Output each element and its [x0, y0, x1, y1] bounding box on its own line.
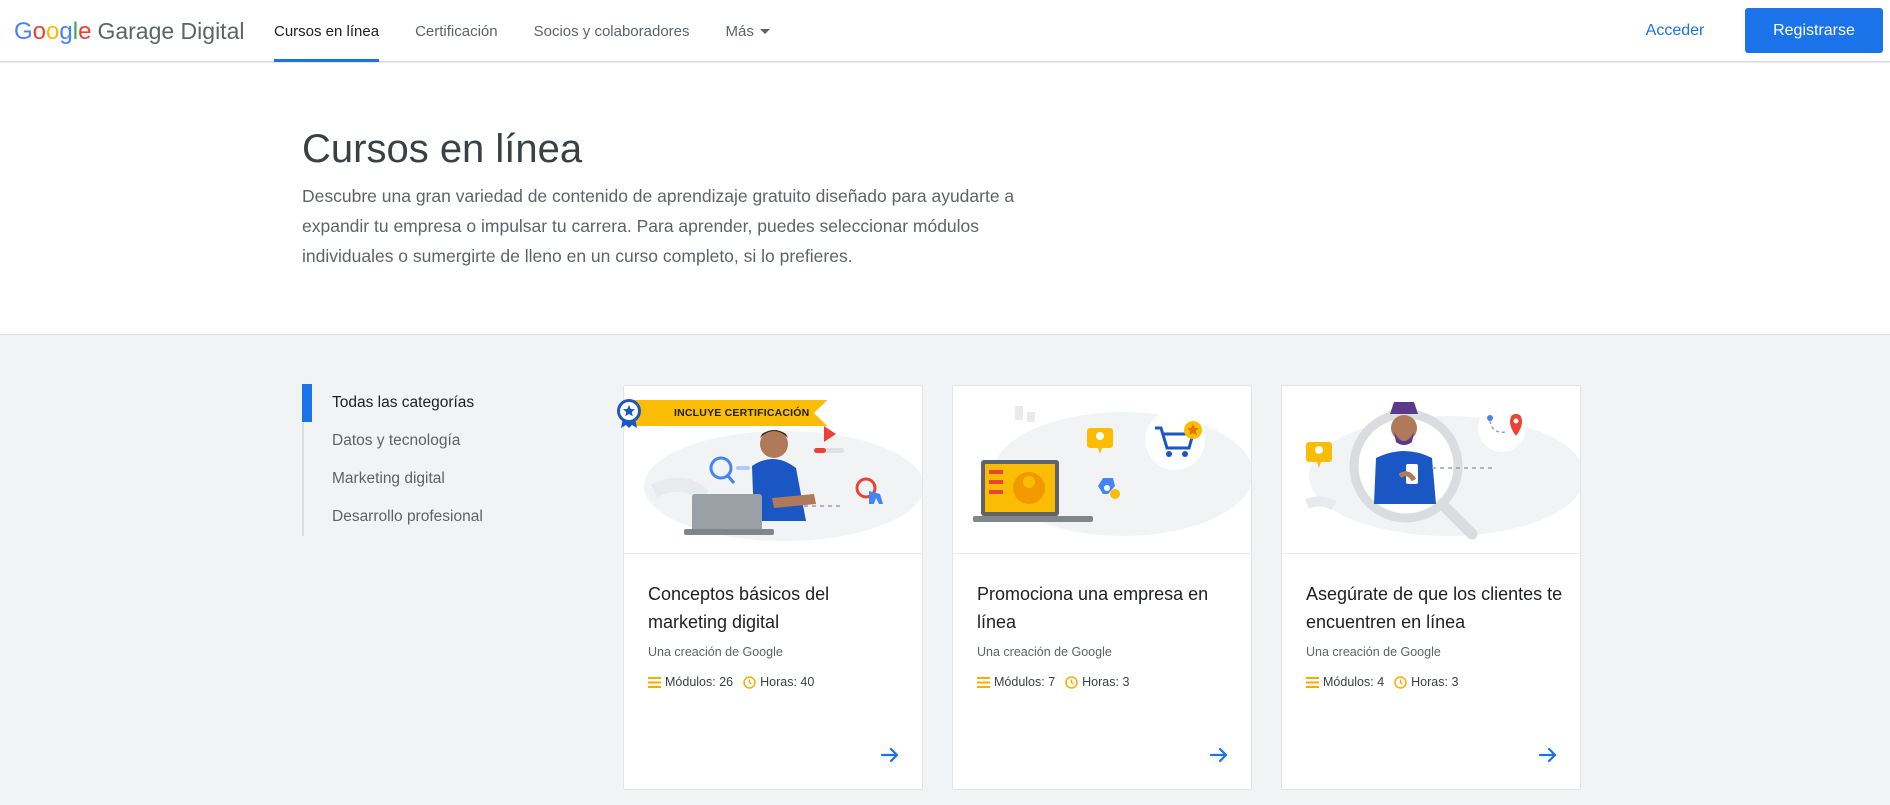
top-header: Google Garage Digital Cursos en línea Ce… — [0, 0, 1890, 62]
clock-icon — [1065, 675, 1078, 689]
course-illustration — [953, 386, 1251, 554]
course-author: Una creación de Google — [1306, 645, 1441, 659]
local-search-illustration — [1305, 402, 1580, 540]
list-icon — [977, 676, 990, 688]
hero-section: Cursos en línea Descubre una gran varied… — [0, 63, 1890, 335]
modules-count: Módulos: 4 — [1306, 675, 1384, 689]
course-meta: Módulos: 4 Horas: 3 — [1306, 675, 1468, 689]
category-datos-y-tecnologia[interactable]: Datos y tecnología — [302, 422, 542, 460]
hours-count: Horas: 3 — [1394, 675, 1458, 689]
course-card-clientes-te-encuentren[interactable]: Asegúrate de que los clientes te encuent… — [1281, 385, 1581, 790]
clock-icon — [743, 675, 756, 689]
category-desarrollo-profesional[interactable]: Desarrollo profesional — [302, 498, 542, 536]
course-author: Una creación de Google — [977, 645, 1112, 659]
hours-count: Horas: 3 — [1065, 675, 1129, 689]
category-todas[interactable]: Todas las categorías — [302, 384, 542, 422]
nav-certificacion[interactable]: Certificación — [415, 0, 498, 62]
course-meta: Módulos: 7 Horas: 3 — [977, 675, 1139, 689]
page-title: Cursos en línea — [302, 127, 583, 171]
google-wordmark: Google — [14, 18, 92, 45]
list-icon — [648, 676, 661, 688]
google-garage-digital-logo[interactable]: Google Garage Digital — [14, 17, 244, 45]
product-name: Garage Digital — [97, 18, 245, 44]
category-sidebar: Todas las categorías Datos y tecnología … — [302, 384, 542, 536]
course-title: Conceptos básicos del marketing digital — [648, 584, 830, 632]
clock-icon — [1394, 675, 1407, 689]
list-icon — [1306, 676, 1319, 688]
category-marketing-digital[interactable]: Marketing digital — [302, 460, 542, 498]
course-title: Promociona una empresa en línea — [977, 584, 1209, 632]
course-card-promociona-empresa[interactable]: Promociona una empresa en línea Una crea… — [952, 385, 1252, 790]
course-card-conceptos-basicos[interactable]: INCLUYE CERTIFICACIÓN Conceptos básicos … — [617, 385, 923, 790]
course-meta: Módulos: 26 Horas: 40 — [648, 675, 824, 689]
course-title: Asegúrate de que los clientes te encuent… — [1306, 584, 1563, 632]
page-description: Descubre una gran variedad de contenido … — [302, 186, 1015, 266]
arrow-right-icon[interactable] — [878, 743, 902, 767]
arrow-right-icon[interactable] — [1536, 743, 1560, 767]
caret-down-icon — [759, 28, 770, 34]
register-button[interactable]: Registrarse — [1745, 8, 1883, 53]
certification-badge: INCLUYE CERTIFICACIÓN — [614, 398, 828, 428]
ecommerce-illustration — [973, 406, 1251, 536]
nav-socios-y-colaboradores[interactable]: Socios y colaboradores — [534, 0, 690, 62]
medal-icon — [617, 399, 641, 428]
course-illustration — [1282, 386, 1580, 554]
signin-link[interactable]: Acceder — [1620, 0, 1730, 62]
main-nav: Cursos en línea Certificación Socios y c… — [274, 0, 806, 62]
modules-count: Módulos: 26 — [648, 675, 733, 689]
nav-cursos-en-linea[interactable]: Cursos en línea — [274, 0, 380, 62]
course-author: Una creación de Google — [648, 645, 783, 659]
hours-count: Horas: 40 — [743, 675, 814, 689]
badge-label: INCLUYE CERTIFICACIÓN — [634, 400, 828, 426]
arrow-right-icon[interactable] — [1207, 743, 1231, 767]
modules-count: Módulos: 7 — [977, 675, 1055, 689]
nav-mas[interactable]: Más — [726, 0, 770, 62]
